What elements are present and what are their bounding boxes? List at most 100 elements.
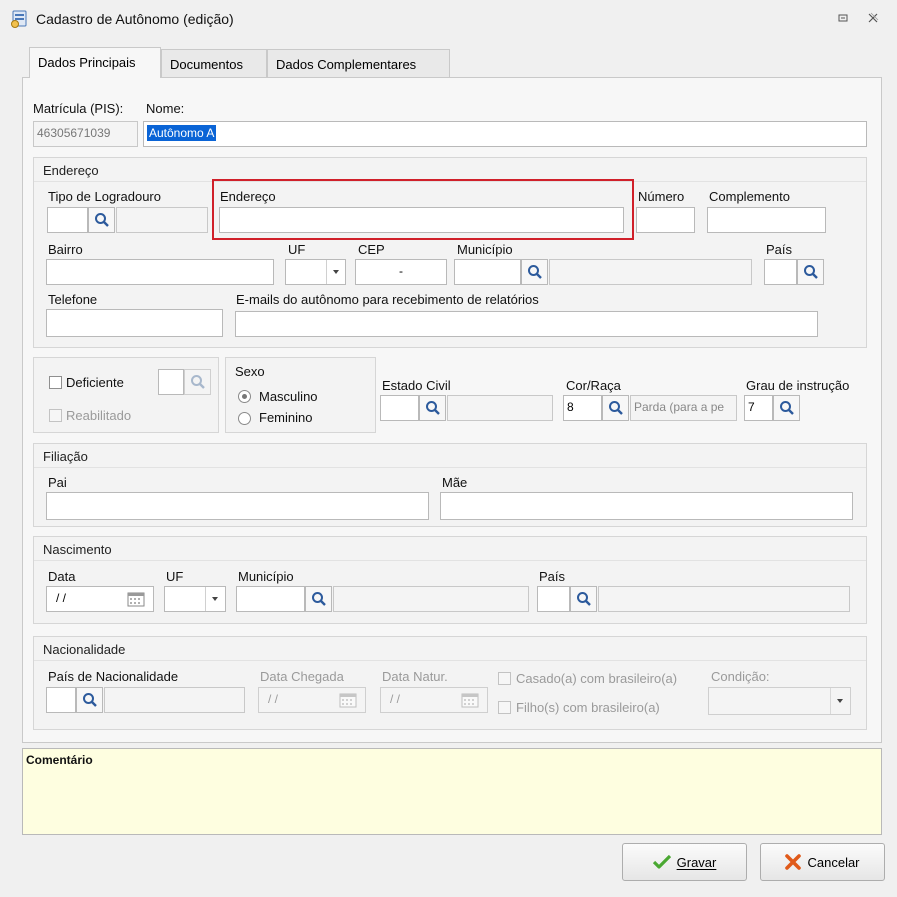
nasc-uf-select[interactable] bbox=[164, 586, 226, 612]
masculino-label: Masculino bbox=[259, 389, 318, 404]
reabilitado-checkbox[interactable] bbox=[49, 409, 62, 422]
telefone-field[interactable] bbox=[46, 309, 223, 337]
estado-civil-desc bbox=[447, 395, 553, 421]
sexo-title: Sexo bbox=[235, 364, 265, 379]
title-bar: Cadastro de Autônomo (edição) bbox=[0, 0, 897, 36]
tab-dados-principais[interactable]: Dados Principais bbox=[29, 47, 161, 78]
cor-raca-desc: Parda (para a pe bbox=[630, 395, 737, 421]
nasc-municipio-code[interactable] bbox=[236, 586, 305, 612]
bairro-label: Bairro bbox=[48, 242, 83, 257]
municipio-desc bbox=[549, 259, 752, 285]
tipo-logradouro-label: Tipo de Logradouro bbox=[48, 189, 161, 204]
tab-label: Dados Complementares bbox=[276, 57, 417, 72]
filho-checkbox[interactable] bbox=[498, 701, 511, 714]
municipio-search-button[interactable] bbox=[521, 259, 548, 285]
nome-value: Autônomo A bbox=[147, 125, 217, 141]
gravar-button[interactable]: Gravar bbox=[622, 843, 747, 881]
deficiente-label: Deficiente bbox=[66, 375, 124, 390]
mae-field[interactable] bbox=[440, 492, 853, 520]
numero-label: Número bbox=[638, 189, 685, 204]
emails-field[interactable] bbox=[235, 311, 818, 337]
cor-raca-label: Cor/Raça bbox=[566, 378, 621, 393]
data-natur-field[interactable]: / / bbox=[380, 687, 488, 713]
nasc-pais-search-button[interactable] bbox=[570, 586, 597, 612]
deficiente-checkbox[interactable] bbox=[49, 376, 62, 389]
endereco-label: Endereço bbox=[220, 189, 276, 204]
matricula-field[interactable]: 46305671039 bbox=[33, 121, 138, 147]
search-icon bbox=[82, 693, 97, 707]
bairro-field[interactable] bbox=[46, 259, 274, 285]
calendar-icon[interactable] bbox=[339, 692, 357, 711]
pai-field[interactable] bbox=[46, 492, 429, 520]
calendar-icon[interactable] bbox=[127, 591, 145, 610]
condicao-select[interactable] bbox=[708, 687, 851, 715]
nasc-uf-label: UF bbox=[166, 569, 184, 584]
comentario-field[interactable]: Comentário bbox=[22, 748, 882, 835]
filiacao-title: Filiação bbox=[34, 444, 866, 468]
nac-pais-search-button[interactable] bbox=[76, 687, 103, 713]
municipio-code[interactable] bbox=[454, 259, 521, 285]
masculino-radio[interactable] bbox=[238, 390, 251, 403]
casado-checkbox[interactable] bbox=[498, 672, 511, 685]
estado-civil-code[interactable] bbox=[380, 395, 419, 421]
cep-label: CEP bbox=[358, 242, 385, 257]
data-chegada-value: / / bbox=[268, 692, 279, 706]
pais-code[interactable] bbox=[764, 259, 797, 285]
nac-pais-code[interactable] bbox=[46, 687, 76, 713]
data-natur-label: Data Natur. bbox=[382, 669, 448, 684]
pai-label: Pai bbox=[48, 475, 67, 490]
gravar-label: Gravar bbox=[676, 854, 717, 870]
search-icon bbox=[779, 401, 794, 415]
grau-instrucao-code[interactable]: 7 bbox=[744, 395, 773, 421]
nasc-municipio-label: Município bbox=[238, 569, 294, 584]
pais-label: País bbox=[766, 242, 793, 257]
cor-raca-code[interactable]: 8 bbox=[563, 395, 602, 421]
nome-field[interactable]: Autônomo A bbox=[143, 121, 867, 147]
data-chegada-field[interactable]: / / bbox=[258, 687, 366, 713]
numero-field[interactable] bbox=[636, 207, 695, 233]
data-natur-value: / / bbox=[390, 692, 401, 706]
search-icon bbox=[190, 375, 205, 389]
restore-icon[interactable] bbox=[836, 11, 850, 25]
nasc-data-label: Data bbox=[48, 569, 76, 584]
uf-label: UF bbox=[288, 242, 306, 257]
matricula-label: Matrícula (PIS): bbox=[33, 101, 124, 116]
complemento-field[interactable] bbox=[707, 207, 826, 233]
cancelar-button[interactable]: Cancelar bbox=[760, 843, 885, 881]
nasc-data-field[interactable]: / / bbox=[46, 586, 154, 612]
nascimento-title: Nascimento bbox=[34, 537, 866, 561]
grau-instrucao-search-button[interactable] bbox=[773, 395, 800, 421]
calendar-icon[interactable] bbox=[461, 692, 479, 711]
feminino-radio[interactable] bbox=[238, 412, 251, 425]
endereco-field[interactable] bbox=[219, 207, 624, 233]
telefone-label: Telefone bbox=[48, 292, 98, 307]
nasc-pais-desc bbox=[598, 586, 850, 612]
uf-select[interactable] bbox=[285, 259, 346, 285]
cor-raca-search-button[interactable] bbox=[602, 395, 629, 421]
cancel-icon bbox=[785, 854, 802, 870]
nome-label: Nome: bbox=[146, 101, 185, 116]
search-icon bbox=[311, 592, 326, 606]
estado-civil-search-button[interactable] bbox=[419, 395, 446, 421]
nasc-municipio-search-button[interactable] bbox=[305, 586, 332, 612]
tab-documentos[interactable]: Documentos bbox=[161, 49, 267, 78]
tipo-logradouro-search-button[interactable] bbox=[88, 207, 115, 233]
search-icon bbox=[94, 213, 109, 227]
comentario-label: Comentário bbox=[26, 753, 93, 767]
data-chegada-label: Data Chegada bbox=[260, 669, 344, 684]
feminino-label: Feminino bbox=[259, 410, 313, 425]
nasc-pais-code[interactable] bbox=[537, 586, 570, 612]
deficiente-code[interactable] bbox=[158, 369, 184, 395]
casado-label: Casado(a) com brasileiro(a) bbox=[516, 671, 678, 686]
tipo-logradouro-code[interactable] bbox=[47, 207, 88, 233]
tab-dados-complementares[interactable]: Dados Complementares bbox=[267, 49, 450, 78]
close-icon[interactable] bbox=[866, 11, 880, 25]
checkmark-icon bbox=[652, 855, 671, 869]
cep-field[interactable]: - bbox=[355, 259, 447, 285]
pais-search-button[interactable] bbox=[797, 259, 824, 285]
cancelar-label: Cancelar bbox=[807, 854, 860, 870]
chevron-down-icon bbox=[831, 689, 849, 713]
estado-civil-label: Estado Civil bbox=[382, 378, 451, 393]
search-icon bbox=[527, 265, 542, 279]
deficiente-search-button[interactable] bbox=[184, 369, 211, 395]
